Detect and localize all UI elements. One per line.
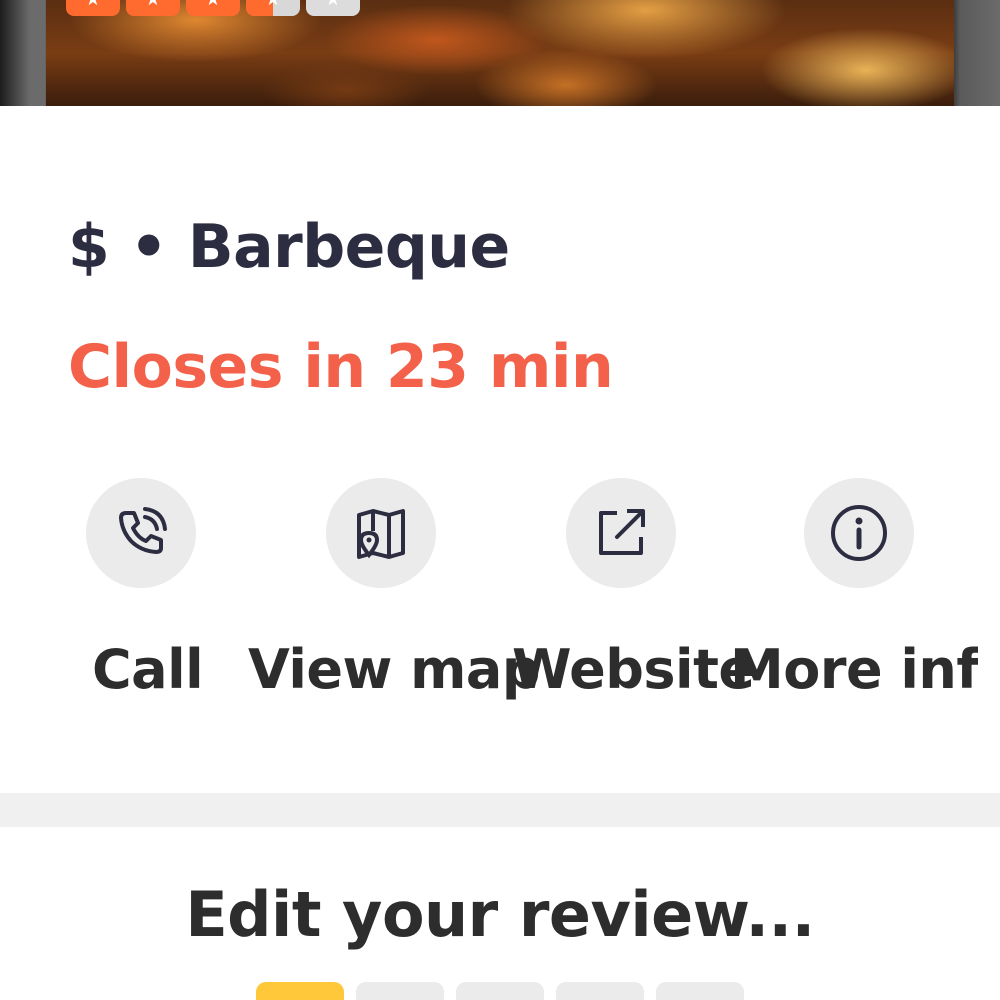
more-info-button[interactable] — [804, 478, 914, 588]
hero-photo-strip: ★ ★ ★ ★ ★ — [0, 0, 1000, 106]
star-icon: ★ — [66, 0, 120, 16]
review-star-selector — [256, 982, 744, 1000]
star-icon: ★ — [126, 0, 180, 16]
section-divider — [0, 793, 1000, 827]
info-icon — [831, 505, 887, 561]
price-category: $ • Barbeque — [68, 212, 510, 282]
view-map-button[interactable] — [326, 478, 436, 588]
empty-star-icon: ★ — [306, 0, 360, 16]
call-button[interactable] — [86, 478, 196, 588]
more-info-label[interactable]: More info — [730, 638, 978, 701]
business-page: ★ ★ ★ ★ ★ $ • Barbeque Closes in 23 min … — [0, 0, 1000, 1000]
website-button[interactable] — [566, 478, 676, 588]
hours-status: Closes in 23 min — [68, 332, 614, 402]
view-map-label[interactable]: View map — [248, 638, 541, 701]
rating-star-5[interactable] — [656, 982, 744, 1000]
price-level: $ — [68, 212, 110, 282]
rating-star-1[interactable] — [256, 982, 344, 1000]
rating-star-4[interactable] — [556, 982, 644, 1000]
phone-icon — [119, 507, 167, 554]
map-icon — [357, 509, 405, 559]
external-link-icon — [599, 509, 645, 555]
action-bar: Call View map Website More inf — [0, 478, 1000, 708]
meta-separator: • — [129, 212, 168, 282]
rating-star-3[interactable] — [456, 982, 544, 1000]
hero-star-rating: ★ ★ ★ ★ ★ — [66, 0, 360, 16]
website-label[interactable]: Website — [512, 638, 755, 701]
edit-review-heading[interactable]: Edit your review... — [0, 878, 1000, 951]
half-star-icon: ★ — [246, 0, 300, 16]
category: Barbeque — [187, 212, 510, 282]
call-label[interactable]: Call — [92, 638, 204, 701]
rating-star-2[interactable] — [356, 982, 444, 1000]
star-icon: ★ — [186, 0, 240, 16]
